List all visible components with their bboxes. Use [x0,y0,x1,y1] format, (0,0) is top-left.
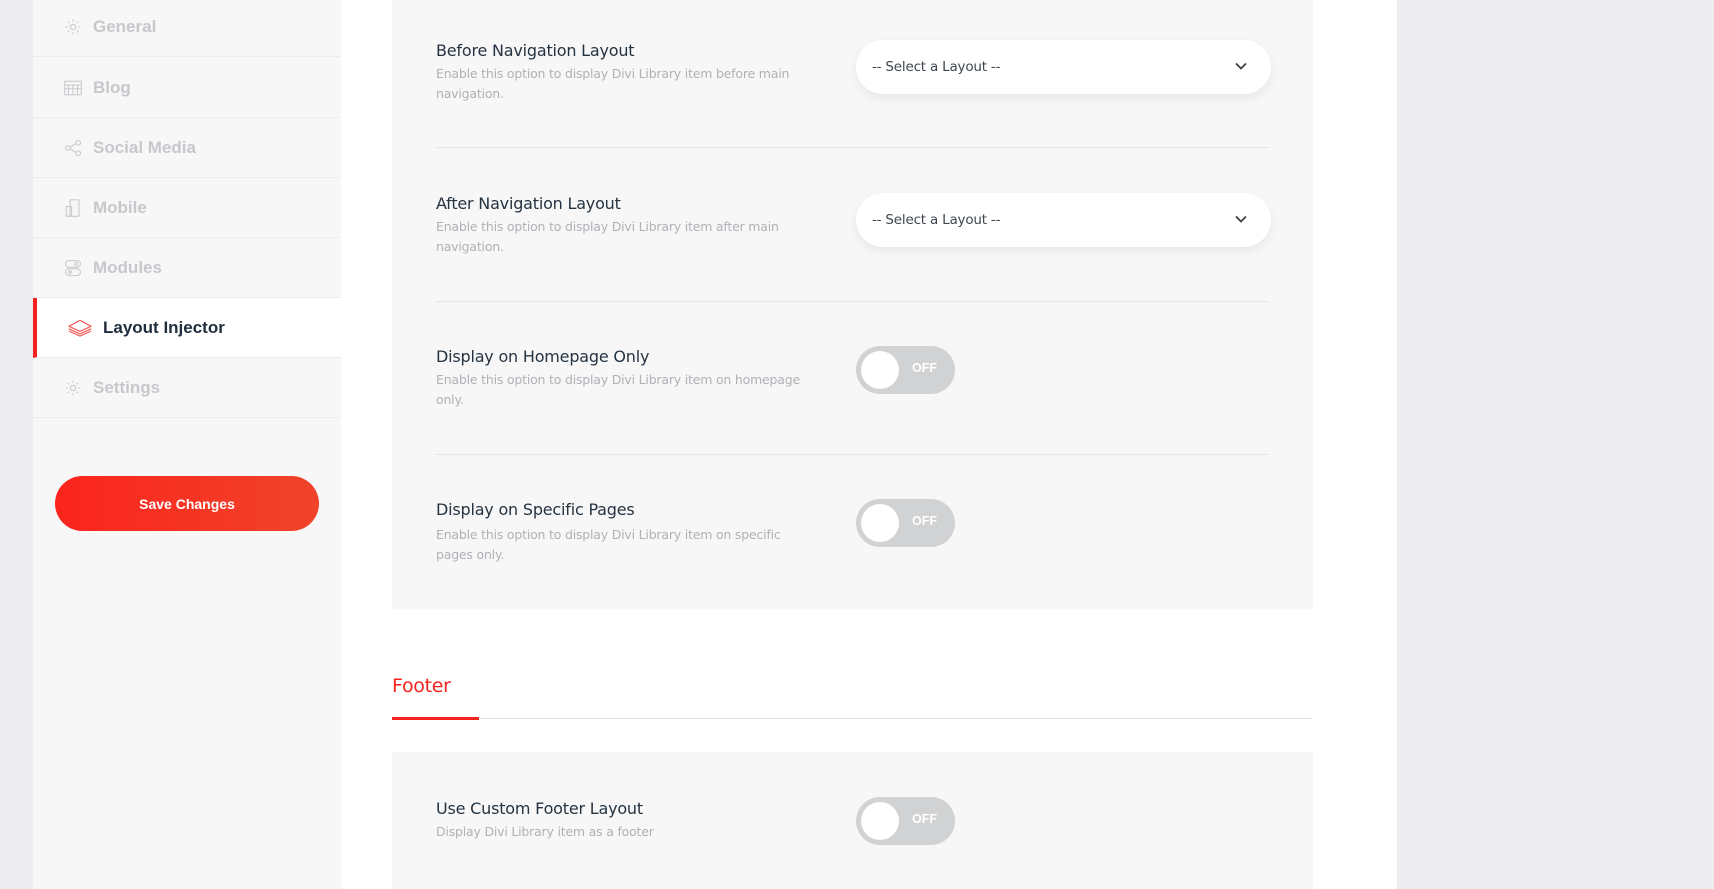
toggle-knob [861,351,899,389]
sidebar: General Blog Social Media Mobile Modules [33,0,341,889]
toggle-knob [861,802,899,840]
sidebar-item-general[interactable]: General [33,0,341,57]
setting-description: Enable this option to display Divi Libra… [436,219,779,254]
section-divider [392,718,1313,719]
sidebar-item-label: Modules [93,257,162,277]
sidebar-item-layout-injector[interactable]: Layout Injector [33,298,341,358]
sidebar-item-mobile[interactable]: Mobile [33,178,341,238]
layers-icon [67,318,93,338]
share-icon [63,138,83,158]
setting-title: Display on Homepage Only [436,347,650,366]
active-tab-underline [392,717,479,720]
header-layout-panel: Before Navigation Layout Enable this opt… [392,0,1313,609]
after-navigation-layout-select[interactable]: -- Select a Layout -- [856,193,1271,247]
setting-description: Enable this option to display Divi Libra… [436,66,790,101]
select-value: -- Select a Layout -- [872,212,1001,228]
divider [436,301,1269,302]
select-value: -- Select a Layout -- [872,59,1001,75]
gear-icon [63,378,83,398]
setting-description: Enable this option to display Divi Libra… [436,372,800,407]
mobile-icon [63,198,83,218]
setting-title: Before Navigation Layout [436,41,635,60]
setting-description: Display Divi Library item as a footer [436,824,654,839]
setting-title: After Navigation Layout [436,194,621,213]
toggle-state: OFF [912,361,937,375]
toggle-state: OFF [912,514,937,528]
chevron-down-icon [1235,215,1247,223]
modules-icon [63,258,83,278]
toggle-knob [861,504,899,542]
setting-title: Display on Specific Pages [436,500,635,519]
footer-layout-panel: Use Custom Footer Layout Display Divi Li… [392,752,1313,889]
sidebar-item-blog[interactable]: Blog [33,58,341,118]
custom-footer-toggle[interactable]: OFF [856,797,955,845]
gear-icon [63,17,83,37]
divider [436,147,1269,148]
specific-pages-toggle[interactable]: OFF [856,499,955,547]
sidebar-item-label: General [93,16,157,36]
blog-grid-icon [63,78,83,98]
divider [436,454,1269,455]
before-navigation-layout-select[interactable]: -- Select a Layout -- [856,40,1271,94]
sidebar-item-social-media[interactable]: Social Media [33,118,341,178]
chevron-down-icon [1235,62,1247,70]
sidebar-item-label: Social Media [93,137,196,157]
setting-description: Enable this option to display Divi Libra… [436,527,781,562]
sidebar-item-label: Settings [93,377,161,397]
homepage-only-toggle[interactable]: OFF [856,346,955,394]
sidebar-item-modules[interactable]: Modules [33,238,341,298]
setting-title: Use Custom Footer Layout [436,799,643,818]
sidebar-item-label: Blog [93,77,131,97]
footer-section-title[interactable]: Footer [392,675,451,697]
sidebar-item-label: Layout Injector [103,317,225,337]
sidebar-item-label: Mobile [93,197,147,217]
sidebar-item-settings[interactable]: Settings [33,358,341,418]
settings-page: General Blog Social Media Mobile Modules [33,0,1397,889]
toggle-state: OFF [912,812,937,826]
save-changes-button[interactable]: Save Changes [55,476,319,531]
